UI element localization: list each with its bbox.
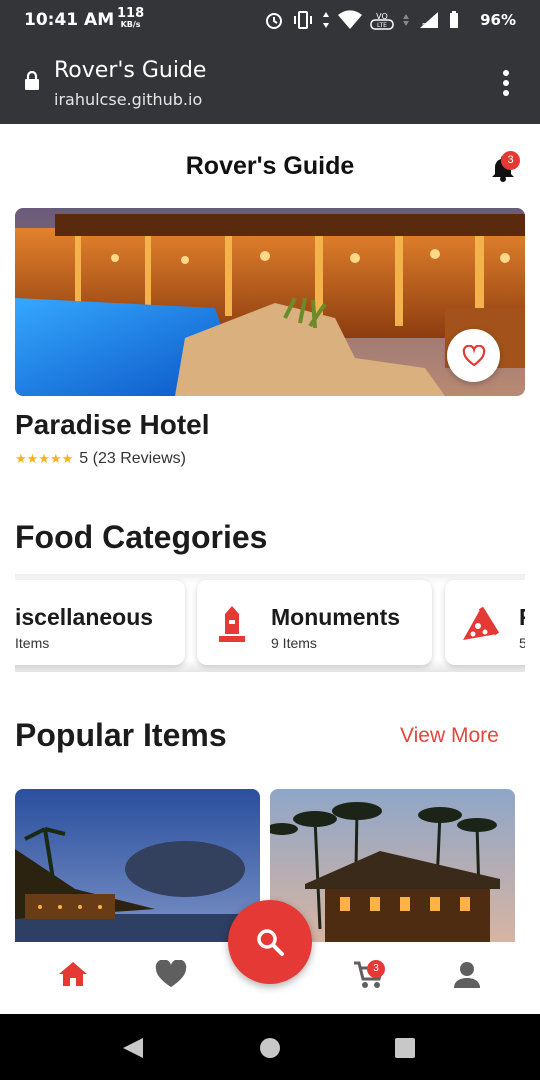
more-vert-icon[interactable] xyxy=(502,70,510,96)
heart-outline-icon xyxy=(462,344,485,366)
app-header: Rover's Guide xyxy=(0,124,540,208)
status-time: 10:41 AM xyxy=(24,10,115,30)
wifi-icon xyxy=(338,10,362,29)
popular-item-image[interactable] xyxy=(15,789,260,943)
back-icon[interactable] xyxy=(121,1036,145,1060)
browser-page-title: Rover's Guide xyxy=(54,58,207,83)
category-card-miscellaneous[interactable]: iscellaneous Items xyxy=(15,580,185,665)
star-rating-icons: ★★★★★ xyxy=(15,451,74,466)
category-card-food[interactable]: F 5 xyxy=(445,580,525,665)
data-arrows-icon xyxy=(323,12,329,28)
data-arrows-icon-2 xyxy=(403,14,409,26)
category-carousel[interactable]: iscellaneous Items Monuments 9 Items F 5 xyxy=(15,574,525,672)
browser-url[interactable]: irahulcse.github.io xyxy=(54,90,202,109)
lock-icon xyxy=(25,71,39,90)
battery-icon xyxy=(450,11,458,28)
network-speed: 118 KB/s xyxy=(117,6,145,29)
svg-text:LTE: LTE xyxy=(377,22,387,29)
category-count: 9 Items xyxy=(271,635,317,651)
alarm-icon xyxy=(266,13,282,29)
person-icon[interactable] xyxy=(452,960,482,990)
popular-item-image[interactable] xyxy=(270,789,515,943)
food-categories-title: Food Categories xyxy=(15,519,268,555)
signal-icon: R xyxy=(420,12,438,30)
search-icon xyxy=(257,929,284,956)
hotel-rating: ★★★★★ 5 (23 Reviews) xyxy=(15,450,186,468)
status-icons: VO LTE R xyxy=(264,10,460,30)
android-navigation-bar xyxy=(0,1014,540,1080)
search-fab-button[interactable] xyxy=(228,900,312,984)
browser-url-bar[interactable]: Rover's Guide irahulcse.github.io xyxy=(0,40,540,124)
category-name: F xyxy=(519,604,525,631)
rating-text: 5 (23 Reviews) xyxy=(79,450,186,467)
monument-icon xyxy=(219,606,245,642)
view-more-link[interactable]: View More xyxy=(400,724,499,748)
category-count: Items xyxy=(15,635,50,651)
favorite-button[interactable] xyxy=(447,329,500,382)
popular-items-title: Popular Items xyxy=(15,717,227,753)
category-name: iscellaneous xyxy=(15,604,154,630)
svg-text:VO: VO xyxy=(376,12,388,21)
category-card-monuments[interactable]: Monuments 9 Items xyxy=(197,580,432,665)
category-name: Monuments xyxy=(271,604,401,630)
vibrate-icon xyxy=(294,11,312,29)
recents-icon[interactable] xyxy=(394,1037,416,1059)
app-title: Rover's Guide xyxy=(185,152,355,180)
volte-icon: VOLTE xyxy=(370,12,394,30)
category-count: 5 xyxy=(519,635,525,651)
status-bar: 10:41 AM 118 KB/s VO LTE R 96% xyxy=(0,0,540,40)
battery-percentage: 96% xyxy=(480,11,516,29)
home-icon[interactable] xyxy=(58,960,88,988)
notification-badge: 3 xyxy=(501,151,520,170)
hotel-hero-image[interactable] xyxy=(15,208,525,396)
home-circle-icon[interactable] xyxy=(259,1037,281,1059)
cart-badge: 3 xyxy=(367,960,385,978)
pizza-icon xyxy=(463,606,499,640)
heart-icon[interactable] xyxy=(155,960,187,988)
svg-text:R: R xyxy=(422,22,427,30)
hotel-name: Paradise Hotel xyxy=(15,409,210,440)
